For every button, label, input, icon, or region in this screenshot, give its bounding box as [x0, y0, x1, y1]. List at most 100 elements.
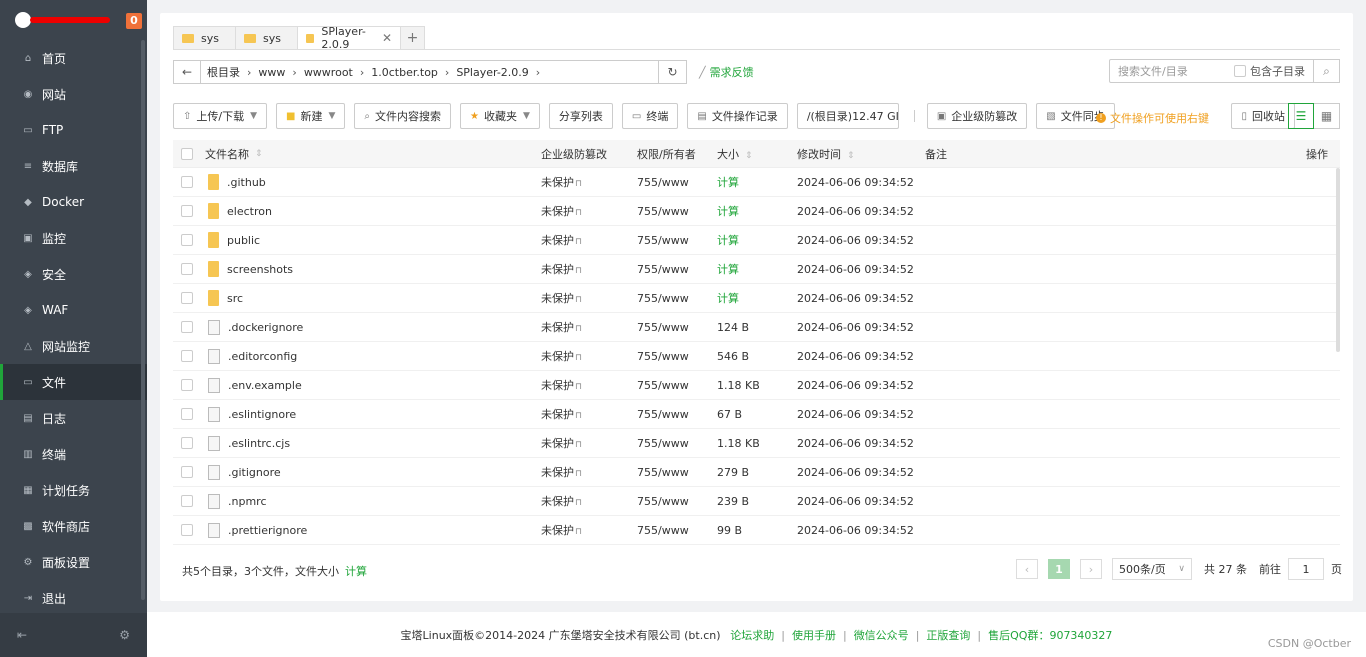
protect-status[interactable]: 未保护⊓	[541, 377, 582, 393]
breadcrumb-item[interactable]: wwwroot	[304, 66, 353, 79]
include-subdir-checkbox[interactable]: 包含子目录	[1234, 63, 1305, 79]
table-row[interactable]: .npmrc 未保护⊓ 755/www 239 B 2024-06-06 09:34:5…	[173, 487, 1340, 516]
select-all-checkbox[interactable]	[181, 147, 193, 160]
permission[interactable]: 755/www	[637, 524, 689, 537]
permission[interactable]: 755/www	[637, 466, 689, 479]
permission[interactable]: 755/www	[637, 350, 689, 363]
sidebar-item-11[interactable]: ▥ 终端	[0, 436, 147, 472]
tab-sys-1[interactable]: sys	[173, 26, 236, 50]
row-checkbox[interactable]	[181, 176, 193, 188]
protect-status[interactable]: 未保护⊓	[541, 348, 582, 364]
file-name[interactable]: .eslintignore	[208, 406, 296, 422]
file-size[interactable]: 计算	[717, 290, 739, 306]
sidebar-item-12[interactable]: ▦ 计划任务	[0, 472, 147, 508]
protect-status[interactable]: 未保护⊓	[541, 232, 582, 248]
permission[interactable]: 755/www	[637, 495, 689, 508]
table-scrollbar[interactable]	[1336, 168, 1340, 352]
breadcrumb-item[interactable]: www	[258, 66, 285, 79]
footer-link[interactable]: 售后QQ群：907340327	[988, 629, 1112, 642]
table-row[interactable]: .env.example 未保护⊓ 755/www 1.18 KB 2024-06-06…	[173, 371, 1340, 400]
file-size[interactable]: 计算	[717, 203, 739, 219]
row-checkbox[interactable]	[181, 321, 193, 333]
table-row[interactable]: .github 未保护⊓ 755/www 计算 2024-06-06 09:34:52	[173, 168, 1340, 197]
file-name[interactable]: .prettierignore	[208, 522, 307, 538]
feedback-link[interactable]: ╱ 需求反馈	[699, 60, 754, 84]
row-checkbox[interactable]	[181, 524, 193, 536]
protect-status[interactable]: 未保护⊓	[541, 464, 582, 480]
table-row[interactable]: src 未保护⊓ 755/www 计算 2024-06-06 09:34:52	[173, 284, 1340, 313]
search-input[interactable]: 搜索文件/目录 包含子目录	[1109, 59, 1314, 83]
protect-status[interactable]: 未保护⊓	[541, 406, 582, 422]
sidebar-item-7[interactable]: ◈ WAF	[0, 292, 147, 328]
add-tab-button[interactable]: +	[400, 26, 425, 50]
breadcrumb-item[interactable]: 1.0ctber.top	[371, 66, 438, 79]
protect-status[interactable]: 未保护⊓	[541, 261, 582, 277]
collapse-menu-icon[interactable]: ⇤	[17, 628, 27, 642]
notification-badge[interactable]: 0	[126, 13, 142, 29]
row-checkbox[interactable]	[181, 292, 193, 304]
file-name[interactable]: .env.example	[208, 377, 302, 393]
refresh-icon[interactable]: ↻	[659, 60, 687, 84]
permission[interactable]: 755/www	[637, 321, 689, 334]
table-row[interactable]: .eslintignore 未保护⊓ 755/www 67 B 2024-06-06 0…	[173, 400, 1340, 429]
col-time[interactable]: 修改时间 ⇕	[797, 146, 855, 162]
file-size[interactable]: 计算	[717, 174, 739, 190]
sidebar-item-13[interactable]: ▩ 软件商店	[0, 508, 147, 544]
permission[interactable]: 755/www	[637, 292, 689, 305]
table-row[interactable]: screenshots 未保护⊓ 755/www 计算 2024-06-06 09:34…	[173, 255, 1340, 284]
sidebar-item-10[interactable]: ▤ 日志	[0, 400, 147, 436]
summary-calc-link[interactable]: 计算	[345, 563, 367, 579]
upload-download-button[interactable]: ⇧ 上传/下载 ▼	[173, 103, 268, 129]
terminal-button[interactable]: ▭ 终端	[621, 103, 679, 129]
recycle-bin-button[interactable]: ▯ 回收站	[1231, 103, 1295, 129]
checkbox[interactable]	[1234, 65, 1246, 77]
permission[interactable]: 755/www	[637, 263, 689, 276]
footer-link[interactable]: 论坛求助	[730, 629, 774, 642]
permission[interactable]: 755/www	[637, 379, 689, 392]
file-size[interactable]: 计算	[717, 232, 739, 248]
page-current[interactable]: 1	[1048, 559, 1070, 579]
file-name[interactable]: .github	[208, 174, 266, 190]
sidebar-item-14[interactable]: ⚙ 面板设置	[0, 544, 147, 580]
sidebar-item-0[interactable]: ⌂ 首页	[0, 40, 147, 76]
row-checkbox[interactable]	[181, 379, 193, 391]
protect-status[interactable]: 未保护⊓	[541, 319, 582, 335]
file-name[interactable]: .editorconfig	[208, 348, 297, 364]
protect-status[interactable]: 未保护⊓	[541, 522, 582, 538]
breadcrumb-item[interactable]: SPlayer-2.0.9	[456, 66, 528, 79]
protect-status[interactable]: 未保护⊓	[541, 174, 582, 190]
row-checkbox[interactable]	[181, 234, 193, 246]
file-name[interactable]: .gitignore	[208, 464, 281, 480]
sidebar-item-3[interactable]: ≡ 数据库	[0, 148, 147, 184]
footer-link[interactable]: 微信公众号	[854, 629, 909, 642]
table-row[interactable]: .eslintrc.cjs 未保护⊓ 755/www 1.18 KB 2024-06-0…	[173, 429, 1340, 458]
goto-page-input[interactable]: 1	[1288, 558, 1324, 580]
file-size[interactable]: 计算	[717, 261, 739, 277]
sidebar-item-2[interactable]: ▭ FTP	[0, 112, 147, 148]
sidebar-item-15[interactable]: ⇥ 退出	[0, 580, 147, 616]
breadcrumb[interactable]: 根目录 › www › wwwroot › 1.0ctber.top › SPlayer-2.0…	[201, 60, 659, 84]
sidebar-item-5[interactable]: ▣ 监控	[0, 220, 147, 256]
table-row[interactable]: .editorconfig 未保护⊓ 755/www 546 B 2024-06-06 …	[173, 342, 1340, 371]
list-view-icon[interactable]: ☰	[1288, 103, 1314, 129]
permission[interactable]: 755/www	[637, 176, 689, 189]
prev-page-icon[interactable]: ‹	[1016, 559, 1038, 579]
tamper-button[interactable]: ▣ 企业级防篡改	[926, 103, 1028, 129]
file-name[interactable]: screenshots	[208, 261, 293, 277]
sidebar-item-4[interactable]: ◆ Docker	[0, 184, 147, 220]
table-row[interactable]: .dockerignore 未保护⊓ 755/www 124 B 2024-06-06 …	[173, 313, 1340, 342]
row-checkbox[interactable]	[181, 350, 193, 362]
content-search-button[interactable]: ⌕ 文件内容搜索	[354, 103, 452, 129]
file-name[interactable]: .dockerignore	[208, 319, 303, 335]
sidebar-item-8[interactable]: △ 网站监控	[0, 328, 147, 364]
row-checkbox[interactable]	[181, 466, 193, 478]
disk-button[interactable]: /(根目录)12.47 GI	[796, 103, 899, 129]
protect-status[interactable]: 未保护⊓	[541, 493, 582, 509]
sidebar-item-9[interactable]: ▭ 文件	[0, 364, 147, 400]
table-row[interactable]: public 未保护⊓ 755/www 计算 2024-06-06 09:34:52	[173, 226, 1340, 255]
protect-status[interactable]: 未保护⊓	[541, 203, 582, 219]
permission[interactable]: 755/www	[637, 437, 689, 450]
file-name[interactable]: public	[208, 232, 260, 248]
protect-status[interactable]: 未保护⊓	[541, 435, 582, 451]
back-arrow-icon[interactable]: ←	[173, 60, 201, 84]
